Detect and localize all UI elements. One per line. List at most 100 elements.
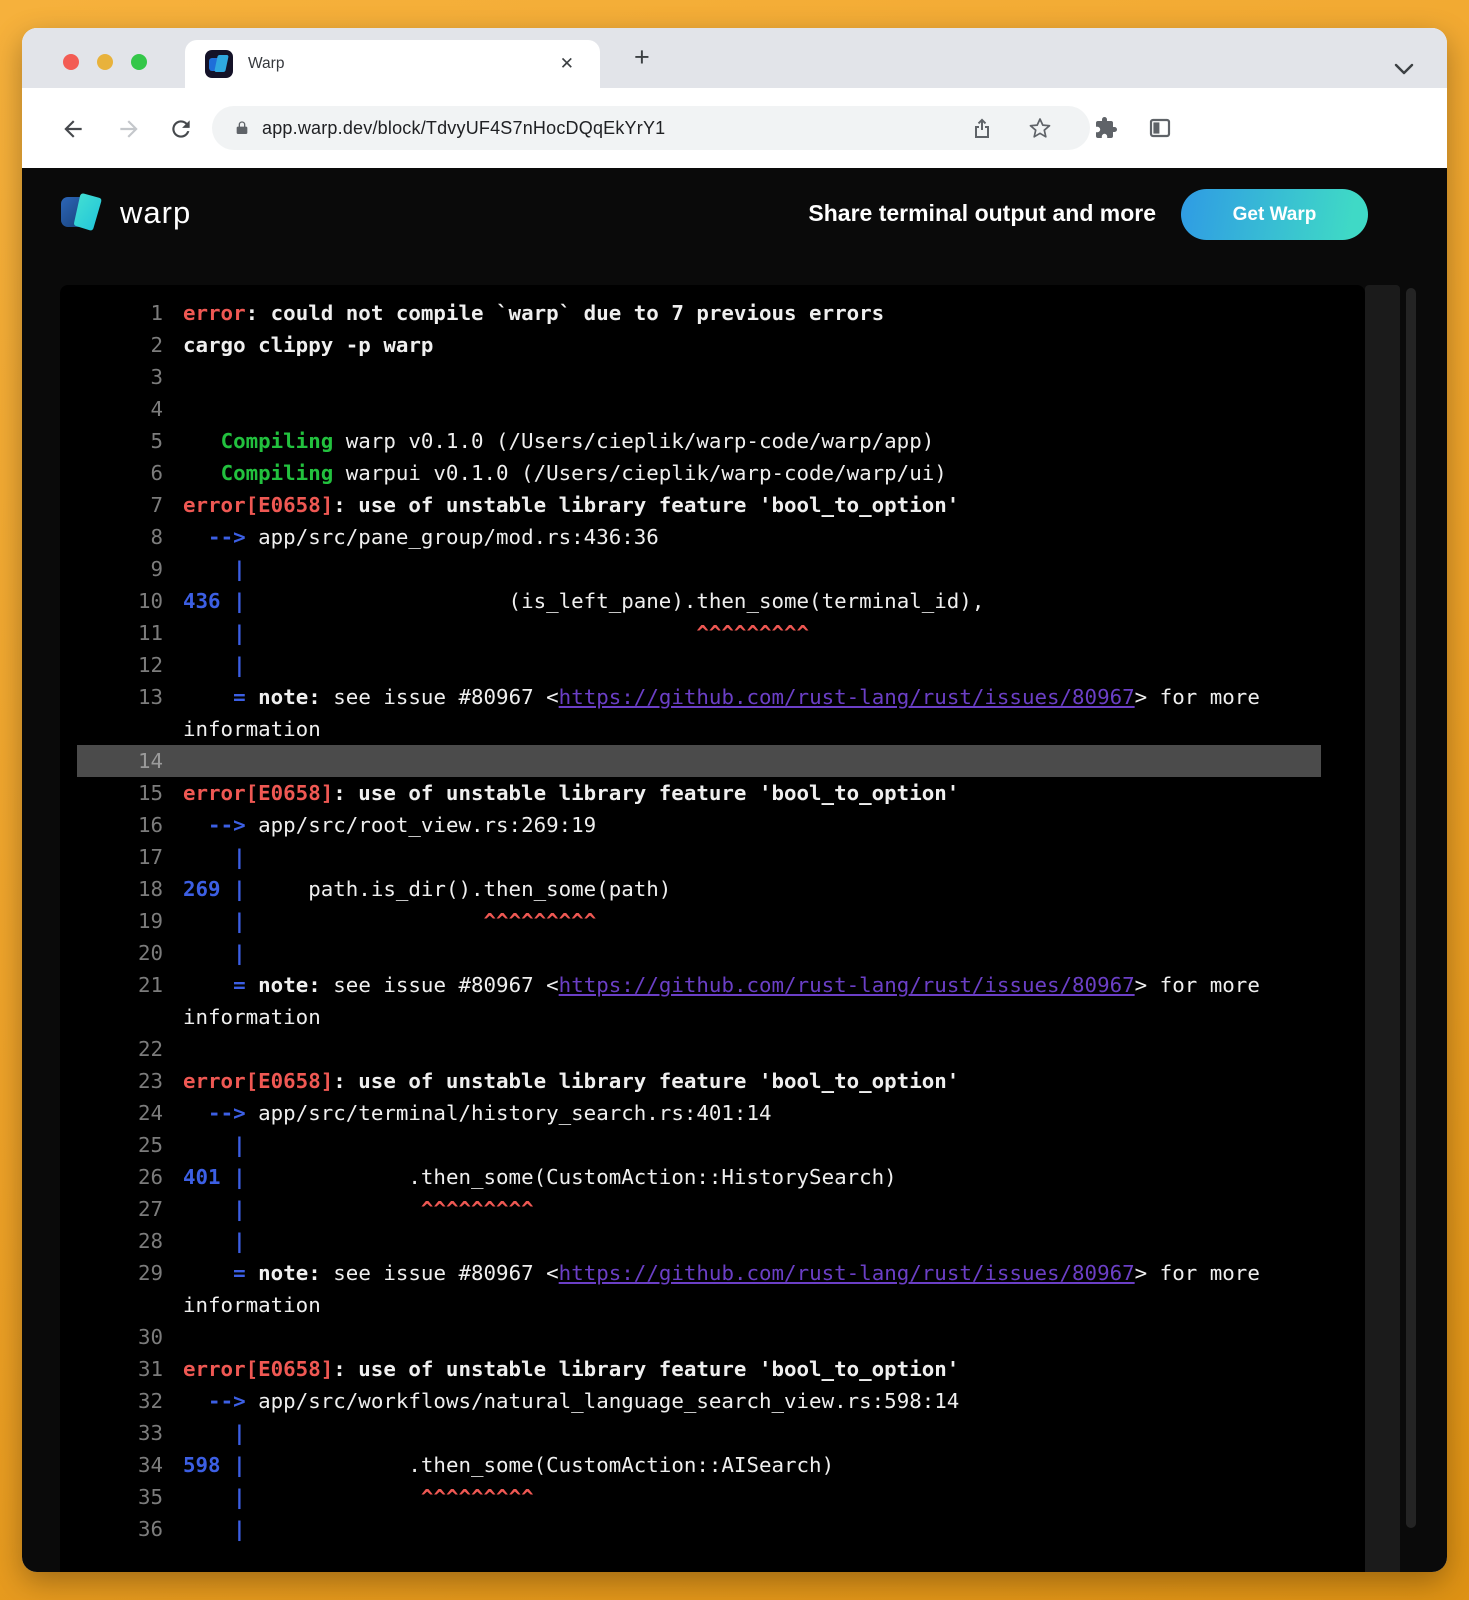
lock-icon[interactable]	[234, 118, 250, 138]
text-segment	[183, 1421, 233, 1445]
close-window-button[interactable]	[63, 54, 79, 70]
terminal-row: 27 | ^^^^^^^^^	[77, 1193, 1321, 1225]
minimize-window-button[interactable]	[97, 54, 113, 70]
text-segment	[183, 1229, 233, 1253]
text-segment: |	[233, 877, 246, 901]
text-segment	[183, 813, 208, 837]
text-segment: (is_left_pane).then_some(terminal_id),	[246, 589, 985, 613]
text-segment: |	[233, 653, 246, 677]
text-segment: |	[233, 1197, 246, 1221]
issue-link[interactable]: https://github.com/rust-lang/rust/issues…	[559, 973, 1135, 997]
terminal-row: 28 |	[77, 1225, 1321, 1257]
issue-link[interactable]: https://github.com/rust-lang/rust/issues…	[559, 685, 1135, 709]
page-scrollbar[interactable]	[1406, 288, 1416, 1528]
text-segment: |	[233, 1485, 246, 1509]
warp-header: warp Share terminal output and more Get …	[22, 168, 1447, 263]
terminal-row: 9 |	[77, 553, 1321, 585]
text-segment	[183, 621, 233, 645]
terminal-row: 21 = note: see issue #80967 <https://git…	[77, 969, 1321, 1001]
text-segment: =	[233, 973, 246, 997]
terminal-row: 15error[E0658]: use of unstable library …	[77, 777, 1321, 809]
terminal-row: 22	[77, 1033, 1321, 1065]
text-segment	[246, 973, 259, 997]
terminal-row: 30	[77, 1321, 1321, 1353]
line-content: error[E0658]: use of unstable library fe…	[183, 1353, 959, 1385]
text-segment: |	[233, 941, 246, 965]
line-number: 1	[77, 297, 163, 329]
text-segment	[246, 909, 484, 933]
text-segment: 269	[183, 877, 221, 901]
line-content: |	[183, 649, 246, 681]
share-icon[interactable]	[970, 116, 994, 140]
text-segment	[221, 1165, 234, 1189]
text-segment	[183, 1389, 208, 1413]
text-segment	[183, 973, 233, 997]
line-content: = note: see issue #80967 <https://github…	[183, 969, 1260, 1001]
line-number: 7	[77, 489, 163, 521]
terminal-row: information	[77, 1289, 1321, 1321]
extensions-puzzle-icon[interactable]	[1094, 116, 1118, 140]
text-segment	[183, 1261, 233, 1285]
address-bar[interactable]: app.warp.dev/block/TdvyUF4S7nHocDQqEkYrY…	[212, 106, 1090, 150]
new-tab-button[interactable]: +	[634, 42, 650, 73]
text-segment: app/src/terminal/history_search.rs:401:1…	[246, 1101, 772, 1125]
url-text: app.warp.dev/block/TdvyUF4S7nHocDQqEkYrY…	[262, 118, 665, 139]
text-segment: ^^^^^^^^^	[421, 1485, 534, 1509]
text-segment: 598	[183, 1453, 221, 1477]
bookmark-star-icon[interactable]	[1028, 116, 1052, 140]
maximize-window-button[interactable]	[131, 54, 147, 70]
line-number: 29	[77, 1257, 163, 1289]
text-segment: warp v0.1.0 (/Users/cieplik/warp-code/wa…	[333, 429, 934, 453]
line-number: 20	[77, 937, 163, 969]
reload-button[interactable]	[168, 116, 192, 140]
line-number: 3	[77, 361, 163, 393]
line-number: 6	[77, 457, 163, 489]
line-number: 16	[77, 809, 163, 841]
line-number	[77, 1289, 163, 1321]
line-content: cargo clippy -p warp	[183, 329, 433, 361]
text-segment: note:	[258, 973, 321, 997]
terminal-row: 14	[77, 745, 1321, 777]
line-number: 10	[77, 585, 163, 617]
text-segment	[183, 941, 233, 965]
text-segment: error[E0658]	[183, 1069, 333, 1093]
line-content: |	[183, 1417, 246, 1449]
terminal-row: 4	[77, 393, 1321, 425]
text-segment: see issue #80967 <	[321, 1261, 559, 1285]
tab-close-icon[interactable]: ✕	[560, 54, 574, 74]
text-segment	[183, 525, 208, 549]
issue-link[interactable]: https://github.com/rust-lang/rust/issues…	[559, 1261, 1135, 1285]
line-content: |	[183, 937, 246, 969]
text-segment: warpui v0.1.0 (/Users/cieplik/warp-code/…	[333, 461, 947, 485]
terminal-scrollbar[interactable]	[1365, 285, 1400, 1572]
terminal-row: 18269 | path.is_dir().then_some(path)	[77, 873, 1321, 905]
back-button[interactable]	[60, 116, 84, 140]
text-segment: path.is_dir().then_some(path)	[246, 877, 672, 901]
line-content: --> app/src/workflows/natural_language_s…	[183, 1385, 959, 1417]
text-segment	[221, 1453, 234, 1477]
text-segment: see issue #80967 <	[321, 685, 559, 709]
terminal-row: 32 --> app/src/workflows/natural_languag…	[77, 1385, 1321, 1417]
line-content: |	[183, 553, 246, 585]
terminal-row: 2cargo clippy -p warp	[77, 329, 1321, 361]
text-segment: ^^^^^^^^^	[484, 909, 597, 933]
terminal-row: 8 --> app/src/pane_group/mod.rs:436:36	[77, 521, 1321, 553]
line-content: error[E0658]: use of unstable library fe…	[183, 489, 959, 521]
line-content: | ^^^^^^^^^	[183, 1193, 534, 1225]
text-segment: .then_some(CustomAction::HistorySearch)	[246, 1165, 897, 1189]
line-number: 25	[77, 1129, 163, 1161]
side-panel-icon[interactable]	[1148, 116, 1172, 140]
terminal-row: 5 Compiling warp v0.1.0 (/Users/cieplik/…	[77, 425, 1321, 457]
text-segment	[246, 1485, 421, 1509]
get-warp-button[interactable]: Get Warp	[1181, 189, 1368, 240]
brand-wordmark: warp	[120, 195, 191, 231]
chevron-down-icon[interactable]	[1393, 62, 1415, 76]
line-number: 34	[77, 1449, 163, 1481]
text-segment	[183, 845, 233, 869]
browser-tab[interactable]: Warp ✕	[185, 40, 600, 88]
warp-logo-icon[interactable]	[60, 190, 106, 234]
tab-strip: Warp ✕ +	[22, 28, 1447, 88]
forward-button[interactable]	[116, 116, 140, 140]
text-segment: see issue #80967 <	[321, 973, 559, 997]
line-content: 269 | path.is_dir().then_some(path)	[183, 873, 671, 905]
